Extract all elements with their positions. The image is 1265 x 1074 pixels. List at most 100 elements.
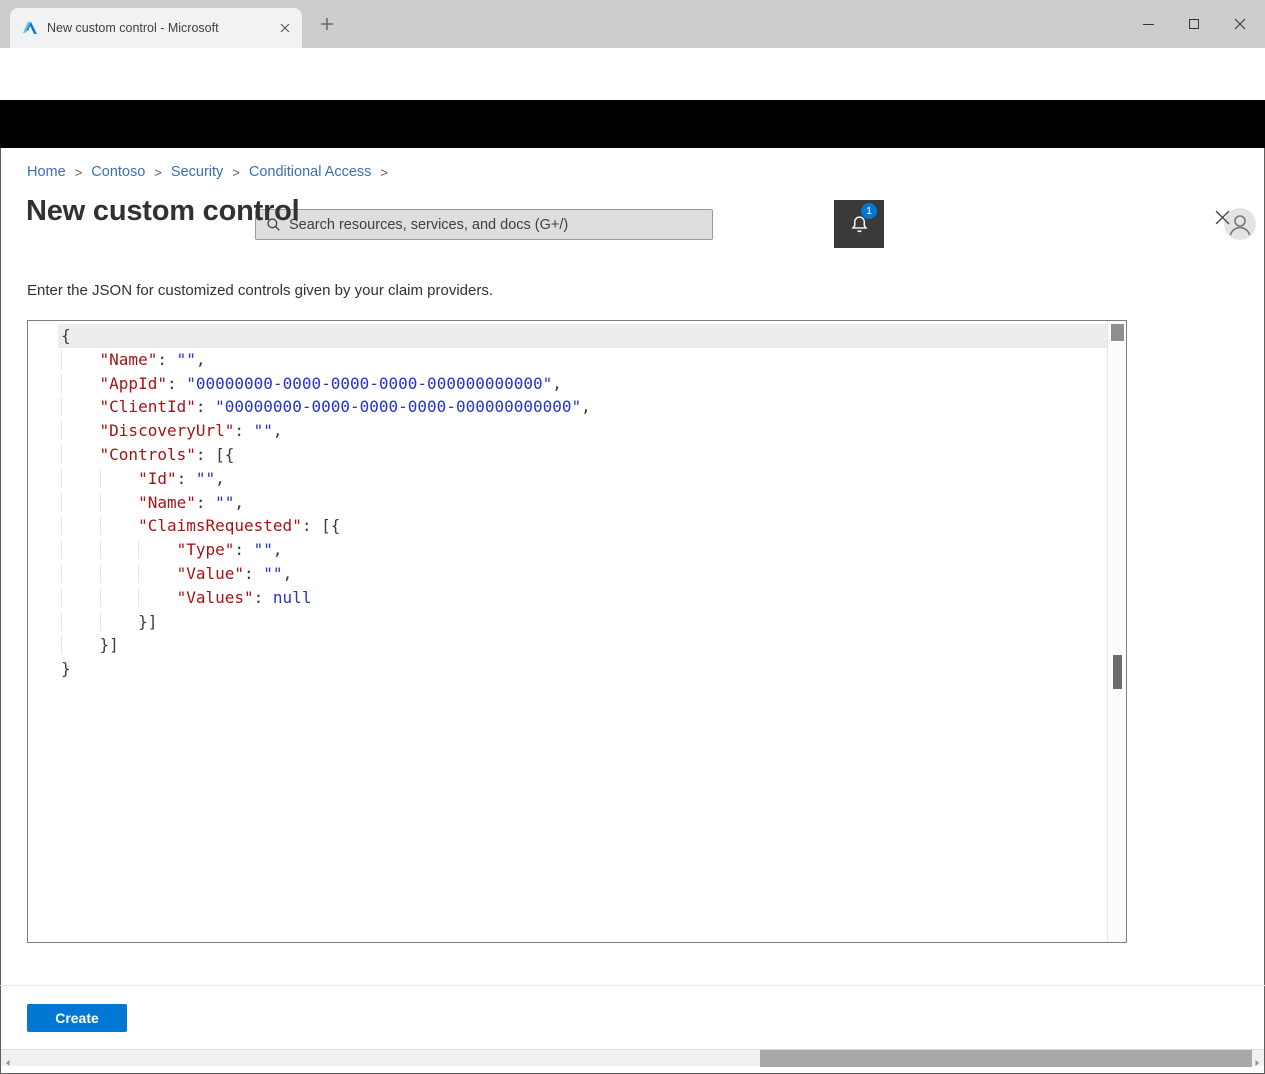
blade-description: Enter the JSON for customized controls g… — [27, 282, 493, 299]
code-token: , — [234, 493, 244, 512]
code-token: , — [273, 421, 283, 440]
smiley-icon — [1000, 215, 1019, 234]
code-token — [61, 374, 100, 393]
breadcrumb-separator: > — [154, 165, 162, 180]
code-token — [100, 516, 139, 535]
code-line: "DiscoveryUrl": "", — [58, 419, 1107, 443]
code-token — [100, 612, 139, 631]
new-tab-button[interactable] — [320, 17, 336, 33]
custom-control-json-editor[interactable]: { "Name": "", "AppId": "00000000-0000-00… — [27, 320, 1127, 943]
close-icon — [1234, 18, 1246, 30]
breadcrumb-item-home[interactable]: Home — [27, 164, 66, 180]
code-line: "Id": "", — [58, 467, 1107, 491]
code-line: "Values": null — [58, 586, 1107, 610]
window-close-button[interactable] — [1217, 0, 1263, 48]
scroll-right-arrow-icon[interactable] — [1253, 1054, 1261, 1062]
tab-title: New custom control - Microsoft — [47, 21, 267, 35]
code-token — [100, 564, 139, 583]
code-token: null — [273, 588, 312, 607]
filter-funnel-icon — [801, 215, 819, 233]
browser-window: New custom control - Microsoft — [0, 0, 1265, 1074]
code-token — [61, 540, 100, 559]
browser-tab[interactable]: New custom control - Microsoft — [10, 8, 302, 48]
code-token — [138, 564, 177, 583]
scroll-left-arrow-icon[interactable] — [4, 1054, 12, 1062]
breadcrumb-separator: > — [232, 165, 240, 180]
code-token: , — [215, 469, 225, 488]
code-token: "ClaimsRequested" — [138, 516, 302, 535]
code-token: "00000000-0000-0000-0000-000000000000" — [186, 374, 552, 393]
code-token — [61, 516, 100, 535]
account-tenant: CONTOSO — [1020, 223, 1215, 236]
editor-scrollbar-thumb[interactable] — [1113, 655, 1122, 689]
settings-button[interactable] — [884, 200, 934, 248]
code-token: "" — [254, 421, 273, 440]
code-line: } — [58, 657, 1107, 681]
notifications-button[interactable] — [834, 200, 884, 248]
code-token — [61, 612, 100, 631]
code-token: : — [196, 493, 215, 512]
cloud-shell-icon — [749, 216, 771, 233]
code-line: "ClientId": "00000000-0000-0000-0000-000… — [58, 395, 1107, 419]
code-token — [100, 588, 139, 607]
code-token — [100, 540, 139, 559]
portal-search-box[interactable] — [255, 209, 713, 240]
search-input[interactable] — [289, 217, 704, 233]
code-token: "AppId" — [100, 374, 167, 393]
account-info[interactable]: balas@contoso.com CONTOSO — [1020, 206, 1215, 236]
browser-toolbar — [0, 48, 1265, 100]
directory-filter-button[interactable] — [785, 200, 835, 248]
code-token: { — [61, 326, 71, 345]
code-token: : — [157, 350, 176, 369]
code-token: }] — [100, 635, 119, 654]
code-token: }] — [138, 612, 157, 631]
tab-strip: New custom control - Microsoft — [0, 0, 1265, 48]
page-horizontal-scrollbar[interactable] — [1, 1049, 1264, 1066]
create-button[interactable]: Create — [27, 1004, 127, 1032]
code-token: "Type" — [177, 540, 235, 559]
code-lines[interactable]: { "Name": "", "AppId": "00000000-0000-00… — [58, 324, 1107, 681]
tab-close-icon[interactable] — [276, 19, 294, 37]
code-token: "" — [196, 469, 215, 488]
code-token — [61, 350, 100, 369]
azure-portal-header: Microsoft Azure 1 ? balas@contoso.com — [0, 100, 1265, 148]
help-button[interactable]: ? — [934, 200, 984, 248]
code-token: "Value" — [177, 564, 244, 583]
account-email: balas@contoso.com — [1020, 206, 1215, 223]
code-token — [61, 469, 100, 488]
code-token: "" — [263, 564, 282, 583]
code-token — [61, 493, 100, 512]
breadcrumb: Home > Contoso > Security > Conditional … — [27, 164, 388, 180]
code-token: "Controls" — [100, 445, 196, 464]
cloud-shell-button[interactable] — [735, 200, 785, 248]
gear-icon — [900, 215, 919, 234]
page-title: New custom control — [26, 195, 300, 228]
code-token — [61, 421, 100, 440]
code-token — [61, 445, 100, 464]
code-line: "Name": "", — [58, 491, 1107, 515]
code-token: "Values" — [177, 588, 254, 607]
code-token: : — [167, 374, 186, 393]
code-token: "" — [177, 350, 196, 369]
code-token: , — [196, 350, 206, 369]
code-token: : — [177, 469, 196, 488]
breadcrumb-item-conditional-access[interactable]: Conditional Access — [249, 164, 372, 180]
code-token: "ClientId" — [100, 397, 196, 416]
help-icon: ? — [954, 214, 964, 235]
notification-count-badge: 1 — [861, 203, 877, 219]
horizontal-scrollbar-thumb[interactable] — [760, 1050, 1252, 1067]
blade-close-button[interactable] — [1210, 205, 1234, 229]
code-token: : [{ — [196, 445, 235, 464]
code-line: "Name": "", — [58, 348, 1107, 372]
code-token: : — [234, 540, 253, 559]
code-token: "DiscoveryUrl" — [100, 421, 235, 440]
code-token: } — [61, 659, 71, 678]
breadcrumb-item-security[interactable]: Security — [171, 164, 223, 180]
editor-vertical-scrollbar[interactable] — [1107, 321, 1126, 942]
window-minimize-button[interactable] — [1125, 0, 1171, 48]
code-line: }] — [58, 610, 1107, 634]
editor-scrollbar-thumb-top[interactable] — [1111, 324, 1124, 341]
breadcrumb-item-contoso[interactable]: Contoso — [91, 164, 145, 180]
code-line: "Controls": [{ — [58, 443, 1107, 467]
window-maximize-button[interactable] — [1171, 0, 1217, 48]
